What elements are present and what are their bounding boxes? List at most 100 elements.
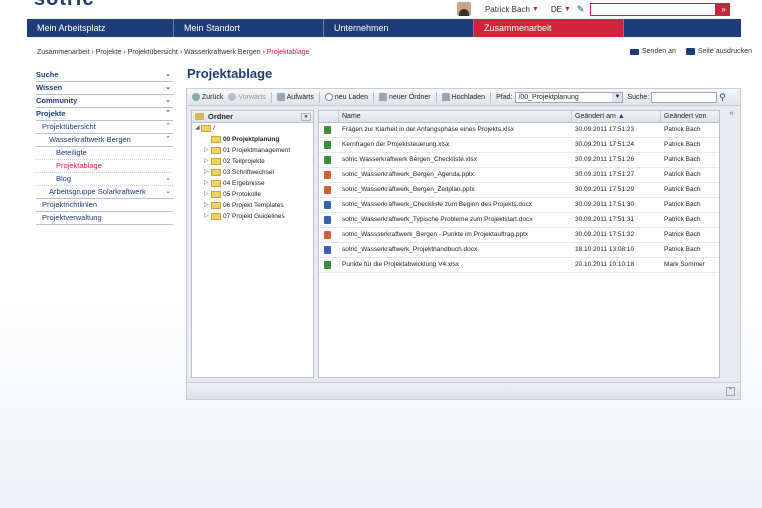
sidebar-item-beteiligte[interactable]: Beteiligte — [36, 147, 173, 160]
file-icon-cell — [319, 138, 339, 152]
file-name[interactable]: Kernfragen der Projektsteuerung.xlsx — [339, 138, 572, 152]
column-header-name[interactable]: Name — [339, 111, 572, 122]
file-search-input[interactable] — [651, 91, 718, 103]
column-header-changed-by[interactable]: Geändert von — [661, 111, 711, 122]
path-select[interactable]: /00_Projektplanung ▼ — [515, 91, 624, 103]
file-icon-cell — [319, 243, 339, 257]
table-row[interactable]: sotric_Wassserkraftwerk_Bergen - Punkte … — [319, 228, 719, 243]
breadcrumb-item[interactable]: Zusammenarbeit — [37, 49, 90, 56]
reload-icon — [324, 93, 333, 101]
expand-arrow-icon[interactable]: ▷ — [204, 211, 209, 222]
sidebar-item-suche[interactable]: Suche ⌄ — [36, 69, 173, 82]
collapse-right-icon[interactable]: « — [726, 110, 737, 120]
sidebar-item-wasserkraftwerk[interactable]: Wasserkraftwerk Bergen ⌃ — [36, 134, 173, 147]
chevron-down-icon[interactable]: ▼ — [564, 6, 571, 13]
file-icon-cell — [319, 228, 339, 242]
column-header-changed-at[interactable]: Geändert am ▲ — [572, 111, 661, 122]
search-icon[interactable]: ⚲ — [719, 92, 726, 103]
reload-button[interactable]: neu Laden — [324, 93, 368, 101]
sidebar-item-projektverwaltung[interactable]: Projektverwaltung — [36, 212, 173, 225]
tree-node-root[interactable]: ◢ / — [192, 123, 313, 134]
file-icon-cell — [319, 258, 339, 272]
breadcrumb-item[interactable]: Wasserkraftwerk Bergen — [184, 49, 260, 56]
file-name[interactable]: sotric_Wasserkraftwerk_Bergen_Agenda.ppt… — [339, 168, 572, 182]
path-value: /00_Projektplanung — [518, 93, 579, 101]
table-row[interactable]: Fragen zur Klarheit in der Anfangsphase … — [319, 123, 719, 138]
upload-icon — [441, 93, 450, 101]
chevron-down-icon[interactable]: ▼ — [612, 92, 623, 102]
file-name[interactable]: Fragen zur Klarheit in der Anfangsphase … — [339, 123, 572, 137]
file-name[interactable]: sotric_Wasserkraftwerk_Checkliste zum Be… — [339, 198, 572, 212]
table-row[interactable]: Kernfragen der Projektsteuerung.xlsx 30.0… — [319, 138, 719, 153]
send-to-button[interactable]: Senden an — [630, 48, 676, 55]
expand-arrow-icon[interactable]: ▷ — [204, 167, 209, 178]
tree-node-folder[interactable]: ▷ 05 Protokolle — [192, 189, 313, 200]
nav-tab-standort[interactable]: Mein Standort — [174, 19, 324, 37]
collapse-icon[interactable]: « — [301, 113, 311, 121]
forward-button[interactable]: Vorwärts — [228, 93, 266, 101]
nav-tab-unternehmen[interactable]: Unternehmen — [324, 19, 474, 37]
sidebar-item-projektablage[interactable]: Projektablage — [36, 160, 173, 173]
tree-node-folder[interactable]: 00 Projektplanung — [192, 134, 313, 145]
user-name[interactable]: Patrick Bach — [485, 5, 530, 14]
nav-tab-arbeitsplatz[interactable]: Mein Arbeitsplatz — [27, 19, 174, 37]
tree-node-folder[interactable]: ▷ 06 Projekt Templates — [192, 200, 313, 211]
folder-icon — [211, 191, 221, 198]
tree-node-folder[interactable]: ▷ 01 Projektmanagement — [192, 145, 313, 156]
sidebar-item-projektuebersicht[interactable]: Projektübersicht ⌃ — [36, 121, 173, 134]
docx-file-icon — [324, 216, 331, 224]
sidebar-item-community[interactable]: Community ⌄ — [36, 95, 173, 108]
table-row[interactable]: sotric_Wasserkraftwerk_Typische Probleme… — [319, 213, 719, 228]
nav-tab-zusammenarbeit[interactable]: Zusammenarbeit — [474, 19, 624, 37]
scroll-top-icon[interactable]: ⌃ — [726, 387, 735, 396]
file-name[interactable]: sotric_Wasserkraftwerk_Bergen_Zeitplan.p… — [339, 183, 572, 197]
breadcrumb-item[interactable]: Projektübersicht — [128, 49, 178, 56]
search-input[interactable] — [590, 2, 717, 16]
pen-icon[interactable]: ✎ — [577, 4, 585, 15]
logo[interactable]: sotric — [34, 0, 124, 6]
print-button[interactable]: Seite ausdrucken — [685, 48, 752, 55]
print-label: Seite ausdrucken — [697, 48, 752, 55]
file-name[interactable]: sotric Wasserkraftwerk Bergen_Checkliste… — [339, 153, 572, 167]
sidebar-item-projekte[interactable]: Projekte ⌃ — [36, 108, 173, 121]
expand-arrow-icon[interactable]: ▷ — [204, 189, 209, 200]
sidebar-item-wissen[interactable]: Wissen ⌄ — [36, 82, 173, 95]
chevron-down-icon[interactable]: ▼ — [532, 6, 539, 13]
table-row[interactable]: sotric_Wasserkraftwerk_Bergen_Zeitplan.p… — [319, 183, 719, 198]
expand-arrow-icon[interactable]: ▷ — [204, 200, 209, 211]
tree-node-folder[interactable]: ▷ 02 Teilprojekte — [192, 156, 313, 167]
tree-node-label: 00 Projektplanung — [223, 136, 280, 143]
file-name[interactable]: sotric_Wasserkraftwerk_Typische Probleme… — [339, 213, 572, 227]
file-changed-at: 30.09.2011 17:51:24 — [575, 141, 635, 148]
folder-icon — [211, 180, 221, 187]
up-button[interactable]: Aufwärts — [276, 93, 314, 101]
table-row[interactable]: sotric_Wasserkraftwerk_Checkliste zum Be… — [319, 198, 719, 213]
expand-arrow-icon[interactable]: ▷ — [204, 156, 209, 167]
tree-node-label: 05 Protokolle — [223, 191, 261, 198]
tree-node-label: 06 Projekt Templates — [223, 202, 284, 209]
sidebar-item-blog[interactable]: Blog ⌄ — [36, 173, 173, 186]
upload-button[interactable]: Hochladen — [441, 93, 485, 101]
file-name[interactable]: Punkte für die Projektabwicklung V4.xlsx — [339, 258, 572, 272]
table-row[interactable]: sotric_Wasserkraftwerk_Projekthandbuch.d… — [319, 243, 719, 258]
search-go-button[interactable]: » — [716, 2, 731, 16]
new-folder-button[interactable]: neuer Ordner — [378, 93, 431, 101]
file-changed-by: Mark Sommer — [664, 261, 705, 268]
tree-node-folder[interactable]: ▷ 04 Ergebnisse — [192, 178, 313, 189]
new-folder-label: neuer Ordner — [388, 93, 431, 101]
expand-arrow-icon[interactable]: ◢ — [195, 123, 200, 134]
file-name[interactable]: sotric_Wassserkraftwerk_Bergen - Punkte … — [339, 228, 572, 242]
table-row[interactable]: sotric_Wasserkraftwerk_Bergen_Agenda.ppt… — [319, 168, 719, 183]
expand-arrow-icon[interactable]: ▷ — [204, 178, 209, 189]
expand-arrow-icon[interactable]: ▷ — [204, 145, 209, 156]
table-row[interactable]: sotric Wasserkraftwerk Bergen_Checkliste… — [319, 153, 719, 168]
sidebar-item-solarkraftwerk[interactable]: Arbeitsgruppe Solarkraftwerk ⌄ — [36, 186, 173, 199]
file-name[interactable]: sotric_Wasserkraftwerk_Projekthandbuch.d… — [339, 243, 572, 257]
sidebar-item-projektrichtlinien[interactable]: Projektrichtlinien — [36, 199, 173, 212]
tree-node-folder[interactable]: ▷ 03 Schriftwechsel — [192, 167, 313, 178]
back-button[interactable]: Zurück — [192, 93, 223, 101]
table-row[interactable]: Punkte für die Projektabwicklung V4.xlsx… — [319, 258, 719, 273]
tree-node-folder[interactable]: ▷ 07 Projekt Guidelines — [192, 211, 313, 222]
language-selector[interactable]: DE — [551, 5, 562, 14]
breadcrumb-item[interactable]: Projekte — [96, 49, 122, 56]
